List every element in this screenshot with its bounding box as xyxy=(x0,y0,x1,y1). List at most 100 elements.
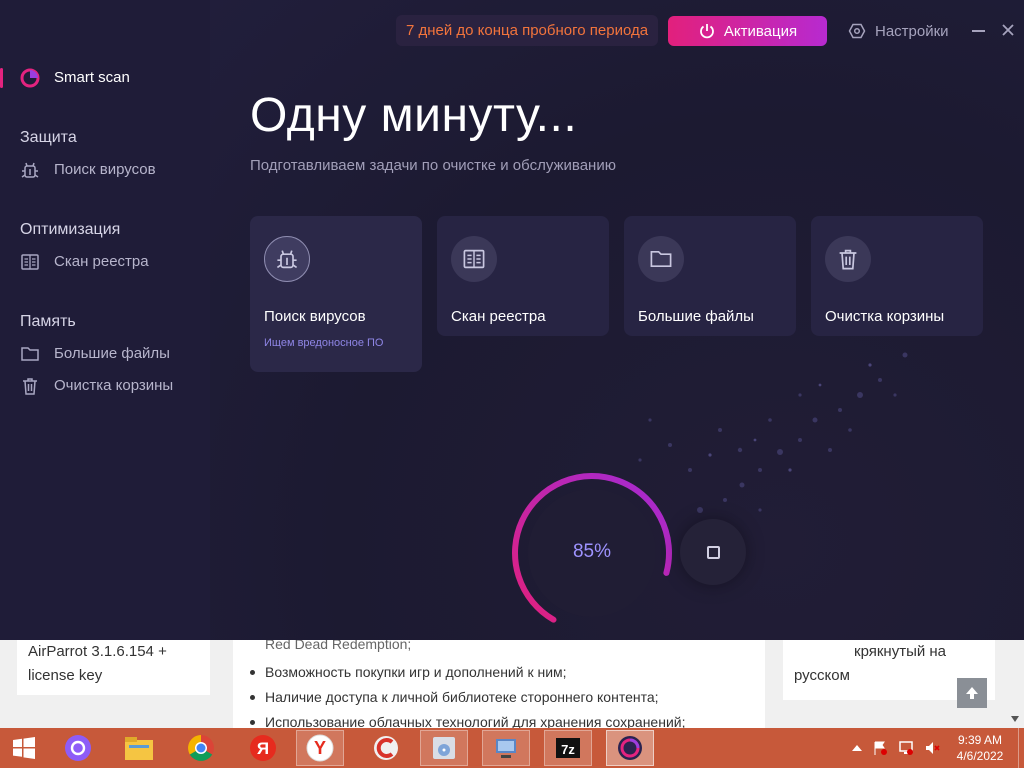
smart-scan-window: Smart scan Защита Поиск вирусов Оптимиза… xyxy=(0,0,1024,640)
arrow-up-icon xyxy=(966,687,978,699)
power-icon xyxy=(699,24,714,39)
settings-label: Настройки xyxy=(875,22,949,40)
smart-scan-taskbar-button[interactable] xyxy=(606,730,654,766)
sidebar-item-empty-trash[interactable]: Очистка корзины xyxy=(20,375,200,397)
clock-time: 9:39 AM xyxy=(957,733,1003,747)
scroll-to-top-button[interactable] xyxy=(957,678,987,708)
app-logo-icon xyxy=(20,68,40,88)
clock-date: 4/6/2022 xyxy=(956,749,1004,763)
ccleaner-button[interactable] xyxy=(362,730,410,766)
alice-assistant-button[interactable] xyxy=(54,730,102,766)
sidebar: Smart scan Защита Поиск вирусов Оптимиза… xyxy=(0,0,210,640)
7zip-icon: 7z xyxy=(556,738,580,758)
svg-text:Я: Я xyxy=(257,739,269,758)
card-icon-wrap xyxy=(825,236,871,282)
yandex-icon: Я xyxy=(250,735,276,761)
web-right-line-2[interactable]: русском xyxy=(794,664,850,688)
folder-icon xyxy=(21,347,39,361)
active-indicator xyxy=(0,68,3,88)
card-label: Большие файлы xyxy=(638,308,754,325)
task-card-large-files[interactable]: Большие файлы xyxy=(624,216,796,336)
web-left-line-1[interactable]: AirParrot 3.1.6.154 + xyxy=(28,640,199,664)
registry-icon xyxy=(21,254,39,270)
chevron-up-icon[interactable] xyxy=(852,744,862,752)
sidebar-heading-memory: Память xyxy=(20,313,76,330)
svg-text:Y: Y xyxy=(314,738,326,758)
stop-icon xyxy=(706,545,720,559)
web-left-line-2[interactable]: license key xyxy=(28,664,199,688)
file-explorer-button[interactable] xyxy=(115,730,163,766)
scroll-down-arrow-icon[interactable] xyxy=(1011,716,1019,722)
folder-icon xyxy=(125,737,153,760)
network-app-button[interactable] xyxy=(482,730,530,766)
sidebar-item-large-files[interactable]: Большие файлы xyxy=(20,343,200,365)
yandex-browser-button[interactable]: Y xyxy=(296,730,344,766)
web-left-card[interactable]: AirParrot 3.1.6.154 + license key xyxy=(17,640,210,695)
sidebar-item-label: Очистка корзины xyxy=(54,377,174,394)
card-icon-wrap xyxy=(451,236,497,282)
card-label: Поиск вирусов xyxy=(264,308,366,325)
show-desktop-button[interactable] xyxy=(1018,728,1024,768)
chrome-icon xyxy=(188,735,214,761)
smart-scan-app-icon xyxy=(618,736,642,760)
sidebar-item-registry-scan[interactable]: Скан реестра xyxy=(20,251,200,273)
sidebar-brand-label: Smart scan xyxy=(54,69,130,86)
page-scrollbar[interactable] xyxy=(1007,640,1024,728)
card-icon-wrap xyxy=(638,236,684,282)
sidebar-item-label: Скан реестра xyxy=(54,253,149,270)
sidebar-item-smart-scan[interactable]: Smart scan xyxy=(0,66,210,90)
flag-icon[interactable] xyxy=(872,740,888,756)
task-card-registry-scan[interactable]: Скан реестра xyxy=(437,216,609,336)
web-article-card: Red Dead Redemption; Возможность покупки… xyxy=(233,636,765,730)
yandex-button[interactable]: Я xyxy=(239,730,287,766)
folder-icon xyxy=(650,250,672,268)
alice-icon xyxy=(65,735,91,761)
windows-logo-icon xyxy=(13,737,35,759)
task-card-empty-trash[interactable]: Очистка корзины xyxy=(811,216,983,336)
system-tray xyxy=(852,728,940,768)
progress-percent: 85% xyxy=(572,541,612,562)
activate-label: Активация xyxy=(723,22,798,40)
sidebar-heading-protection: Защита xyxy=(20,129,77,146)
sidebar-item-label: Большие файлы xyxy=(54,345,170,362)
disk-utility-button[interactable] xyxy=(420,730,468,766)
bug-icon xyxy=(276,250,298,269)
windows-taskbar: Я Y 7z 9:39 AM 4/6/2022 xyxy=(0,728,1024,768)
close-icon[interactable] xyxy=(1000,22,1016,38)
list-item: Наличие доступа к личной библиотеке стор… xyxy=(247,685,685,710)
web-right-line-1[interactable]: крякнутый на xyxy=(854,640,946,664)
web-feature-list: Возможность покупки игр и дополнений к н… xyxy=(247,660,685,735)
minimize-button[interactable] xyxy=(972,30,985,32)
volume-muted-icon[interactable] xyxy=(924,740,940,756)
ccleaner-icon xyxy=(374,736,398,760)
card-label: Очистка корзины xyxy=(825,308,945,325)
trash-icon xyxy=(23,378,37,395)
sidebar-item-virus-scan[interactable]: Поиск вирусов xyxy=(20,159,200,181)
list-item: Возможность покупки игр и дополнений к н… xyxy=(247,660,685,685)
card-label: Скан реестра xyxy=(451,308,546,325)
card-status: Ищем вредоносное ПО xyxy=(264,337,384,349)
yandex-browser-icon: Y xyxy=(306,734,334,762)
trash-icon xyxy=(839,249,857,270)
page-subtitle: Подготавливаем задачи по очистке и обслу… xyxy=(250,157,616,174)
task-card-virus-scan[interactable]: Поиск вирусов Ищем вредоносное ПО xyxy=(250,216,422,372)
activate-button[interactable]: Активация xyxy=(668,16,827,46)
chrome-button[interactable] xyxy=(177,730,225,766)
page-title: Одну минуту... xyxy=(250,89,578,142)
card-icon-wrap xyxy=(264,236,310,282)
svg-text:7z: 7z xyxy=(561,742,575,757)
7zip-button[interactable]: 7z xyxy=(544,730,592,766)
settings-button[interactable]: Настройки xyxy=(848,20,949,42)
network-status-icon[interactable] xyxy=(898,740,914,756)
start-button[interactable] xyxy=(0,730,48,766)
trial-notice[interactable]: 7 дней до конца пробного периода xyxy=(396,15,658,46)
gear-icon xyxy=(848,23,866,39)
taskbar-clock[interactable]: 9:39 AM 4/6/2022 xyxy=(952,732,1008,764)
registry-icon xyxy=(463,249,485,269)
stop-button[interactable] xyxy=(680,519,746,585)
network-icon xyxy=(496,739,516,758)
bug-icon xyxy=(21,162,39,178)
sidebar-heading-optimization: Оптимизация xyxy=(20,221,121,238)
disk-icon xyxy=(433,737,455,759)
sidebar-item-label: Поиск вирусов xyxy=(54,161,156,178)
